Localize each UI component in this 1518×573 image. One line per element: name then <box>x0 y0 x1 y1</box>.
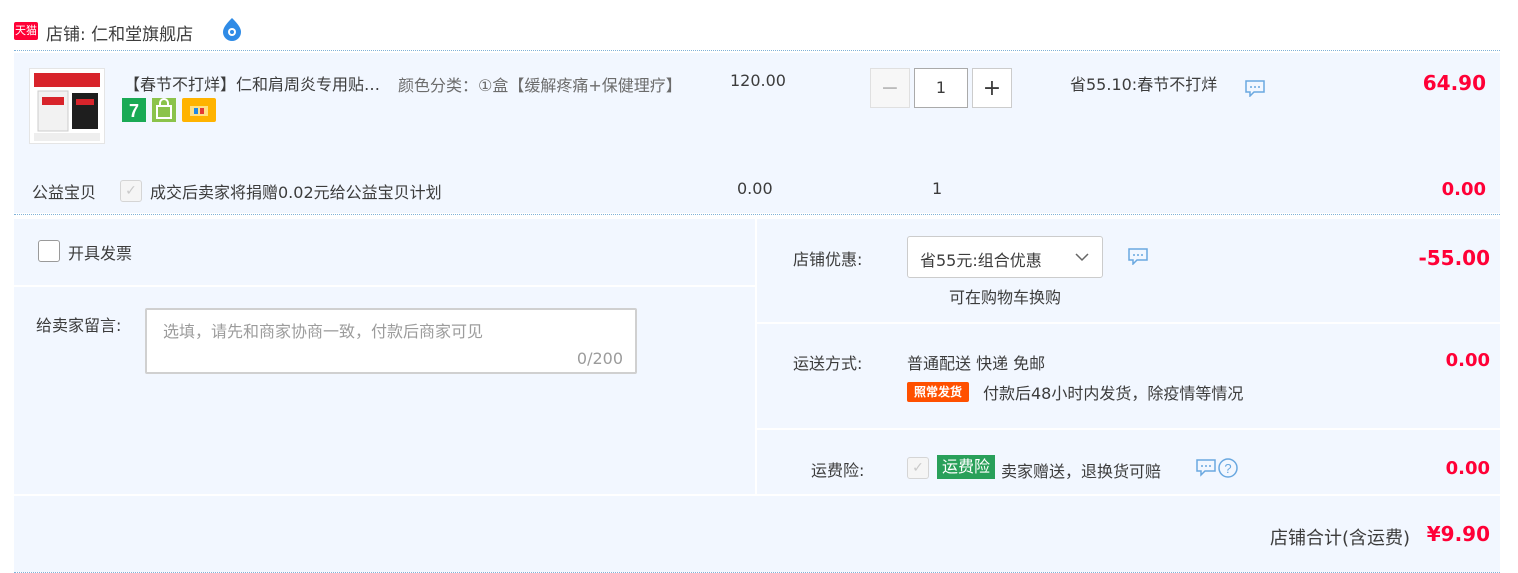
shop-header: 天猫 店铺: 仁和堂旗舰店 <box>14 14 1500 48</box>
insurance-panel: 运费险: ✓ 运费险 卖家赠送，退换货可赔 ? 0.00 <box>757 430 1500 494</box>
item-divider <box>14 214 1500 215</box>
discount-selected-value: 省55元:组合优惠 <box>920 251 1042 270</box>
question-mark-icon[interactable]: ? <box>1218 458 1238 478</box>
item-promotion: 省55.10:春节不打烊 <box>1070 75 1218 94</box>
svg-text:7: 7 <box>129 101 139 121</box>
discount-note: 可在购物车换购 <box>949 288 1062 307</box>
shipping-note: 付款后48小时内发货，除疫情等情况 <box>983 384 1244 403</box>
message-char-count: 0/200 <box>576 349 623 368</box>
product-image <box>30 69 104 143</box>
shipping-amount: 0.00 <box>1445 350 1490 371</box>
shop-total-label: 店铺合计(含运费) <box>1269 528 1410 549</box>
insurance-comment-icon[interactable] <box>1196 459 1216 477</box>
shipping-label: 运送方式: <box>793 354 863 373</box>
sku-info: 颜色分类：①盒【缓解疼痛+保健理疗】 <box>398 76 682 95</box>
message-placeholder: 选填，请先和商家协商一致，付款后商家可见 <box>163 322 484 341</box>
discount-panel: 店铺优惠: 省55元:组合优惠 可在购物车换购 -55.00 <box>757 219 1500 322</box>
quantity-increase-button[interactable]: + <box>972 68 1012 108</box>
discount-amount: -55.00 <box>1418 246 1490 270</box>
message-panel: 给卖家留言: 选填，请先和商家协商一致，付款后商家可见 0/200 <box>14 287 755 494</box>
item-total-price: 64.90 <box>1422 71 1486 95</box>
insurance-amount: 0.00 <box>1445 458 1490 479</box>
shopping-bag-icon <box>152 98 176 122</box>
shop-total-amount: ¥9.90 <box>1426 522 1490 546</box>
charity-checkbox: ✓ <box>120 180 142 202</box>
charity-label: 公益宝贝 <box>32 183 97 202</box>
unit-price: 120.00 <box>730 71 786 90</box>
svg-text:?: ? <box>1224 461 1231 476</box>
charity-quantity: 1 <box>932 179 943 198</box>
chevron-down-icon <box>1075 253 1089 262</box>
message-textarea[interactable]: 选填，请先和商家协商一致，付款后商家可见 0/200 <box>145 308 637 374</box>
discount-label: 店铺优惠: <box>793 250 863 269</box>
shop-name-link[interactable]: 店铺: 仁和堂旗舰店 <box>46 20 193 45</box>
quantity-decrease-button[interactable]: − <box>870 68 910 108</box>
insurance-badge: 运费险 <box>937 455 995 479</box>
discount-select[interactable]: 省55元:组合优惠 <box>907 236 1103 278</box>
shop-summary-bar: 店铺合计(含运费) ¥9.90 <box>14 496 1500 572</box>
shop-divider <box>14 50 1500 51</box>
product-thumbnail[interactable] <box>29 68 105 144</box>
invoice-panel: 开具发票 <box>14 219 755 285</box>
ships-as-usual-badge: 照常发货 <box>907 382 969 402</box>
insurance-help-icons: ? <box>1196 458 1238 478</box>
discount-comment-icon[interactable] <box>1127 247 1149 265</box>
seven-day-return-icon: 7 <box>122 98 146 122</box>
message-label: 给卖家留言: <box>36 316 122 335</box>
shipping-panel: 运送方式: 普通配送 快递 免邮 照常发货 付款后48小时内发货，除疫情等情况 … <box>757 324 1500 428</box>
credit-card-icon <box>182 98 216 122</box>
tmall-icon: 天猫 <box>14 22 38 40</box>
invoice-checkbox[interactable] <box>38 240 60 262</box>
charity-price: 0.00 <box>737 179 773 198</box>
insurance-label: 运费险: <box>811 461 865 480</box>
wangwang-chat-icon[interactable] <box>219 16 245 42</box>
charity-total: 0.00 <box>1441 179 1486 200</box>
charity-description: 成交后卖家将捐赠0.02元给公益宝贝计划 <box>150 183 442 202</box>
insurance-description: 卖家赠送，退换货可赔 <box>1001 462 1162 481</box>
shipping-method: 普通配送 快递 免邮 <box>907 354 1046 373</box>
service-icons: 7 <box>122 97 232 123</box>
order-item: 【春节不打烊】仁和肩周炎专用贴膏肩颈疼痛贴 7 颜色分类：①盒【缓解疼痛+保健理… <box>14 53 1500 213</box>
insurance-checkbox: ✓ <box>907 457 929 479</box>
quantity-input[interactable]: 1 <box>914 68 968 108</box>
product-title-link[interactable]: 【春节不打烊】仁和肩周炎专用贴膏肩颈疼痛贴 <box>124 71 386 95</box>
invoice-label: 开具发票 <box>68 244 133 263</box>
promo-comment-icon[interactable] <box>1244 79 1266 97</box>
